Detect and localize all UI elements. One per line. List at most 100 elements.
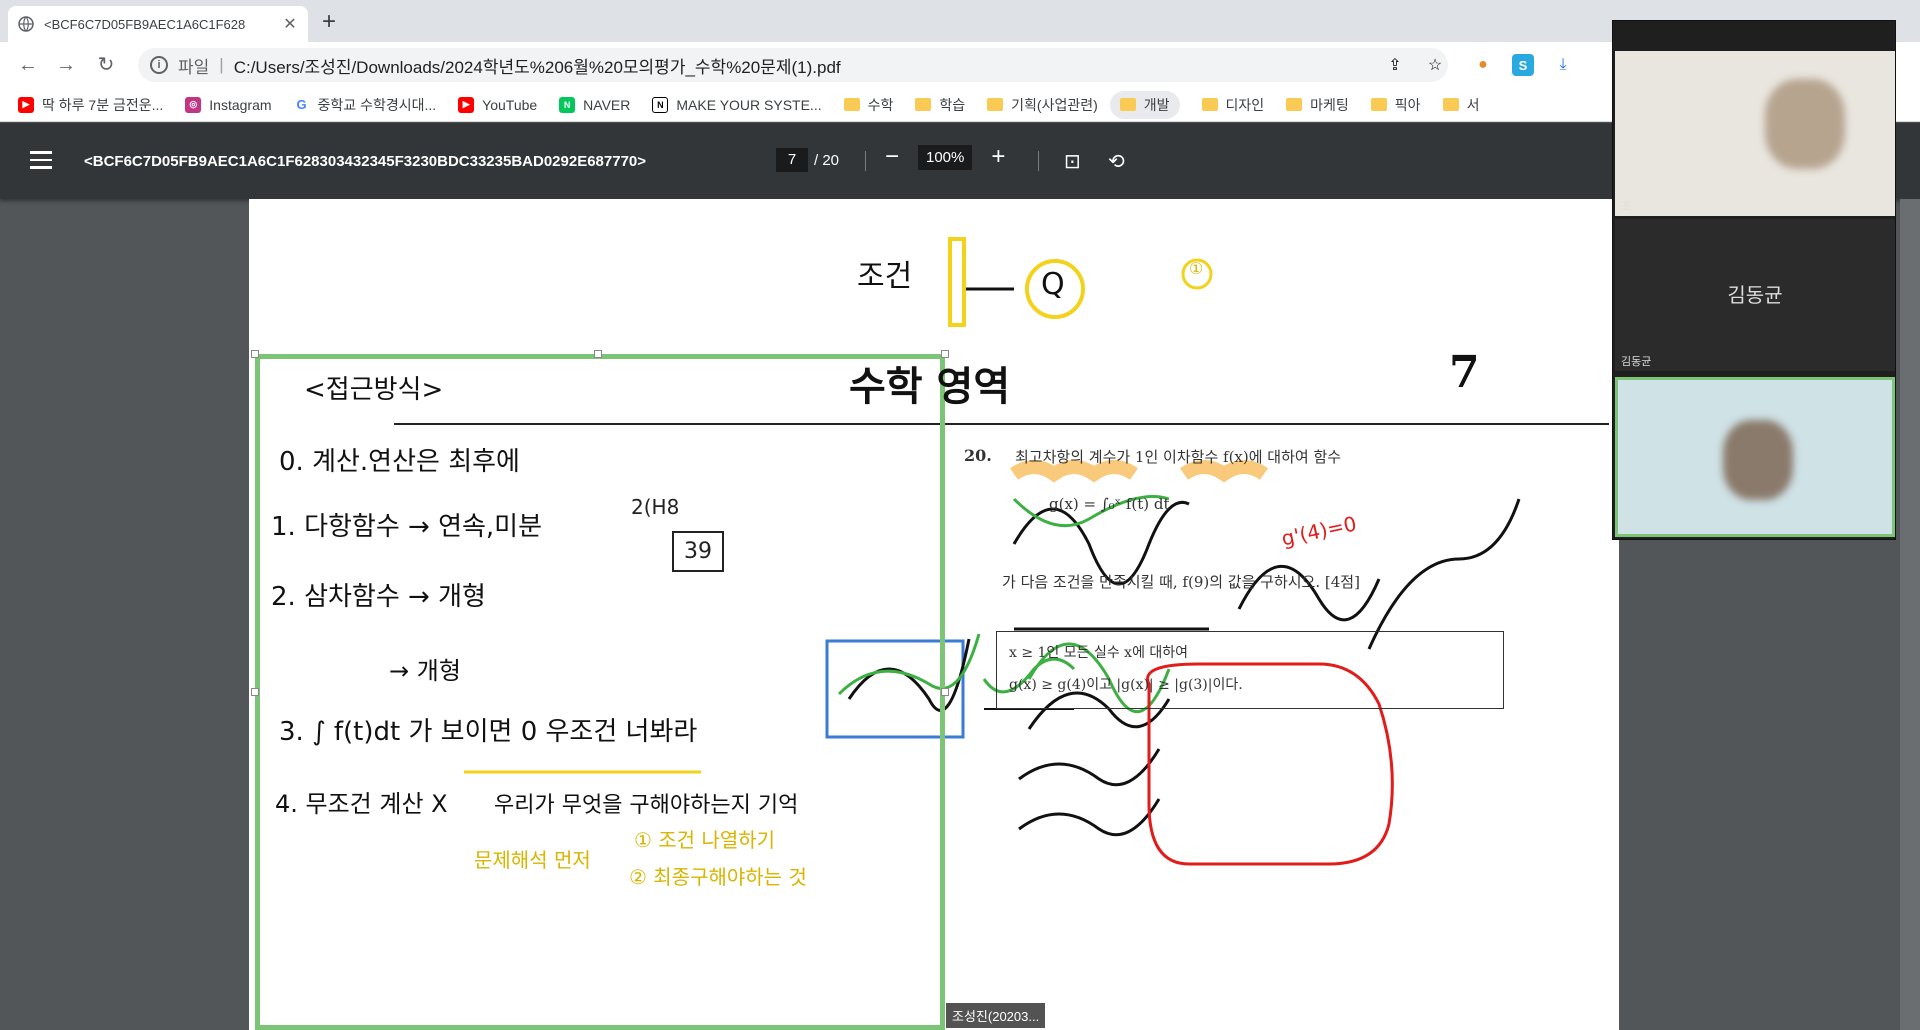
yellow-note: ② 최종구해야하는 것 — [629, 865, 807, 889]
condition-box: x ≥ 1인 모든 실수 x에 대하여 g(x) ≥ g(4)이고 |g(x)|… — [996, 631, 1504, 709]
bookmark-item[interactable]: ▶ YouTube — [458, 96, 537, 113]
new-tab-button[interactable]: + — [322, 8, 336, 36]
problem-text: 최고차항의 계수가 1인 이차함수 f(x)에 대하여 함수 — [1015, 448, 1342, 466]
resize-handle[interactable] — [251, 688, 259, 696]
participant-label: 김동균 — [1621, 356, 1652, 368]
folder-icon — [1286, 98, 1303, 111]
problem-text: 가 다음 조건을 만족시킬 때, f(9)의 값을 구하시오. [4점] — [1002, 573, 1360, 591]
menu-icon[interactable] — [30, 151, 52, 174]
zoom-level[interactable]: 100% — [918, 144, 973, 170]
notion-icon: N — [652, 96, 669, 113]
reload-icon[interactable]: ↻ — [94, 53, 118, 77]
participant-face — [1723, 420, 1793, 500]
fit-page-icon[interactable]: ⊡ — [1064, 149, 1081, 174]
page-indicator: 7 / 20 — [776, 148, 839, 172]
info-icon[interactable]: i — [150, 56, 168, 74]
folder-icon — [843, 98, 860, 111]
bookmark-item[interactable]: N NAVER — [559, 96, 630, 113]
yellow-note: 문제해석 먼저 — [474, 848, 591, 872]
youtube-icon: ▶ — [458, 96, 475, 113]
condition-text: x ≥ 1인 모든 실수 x에 대하여 — [1009, 645, 1189, 661]
folder-icon — [1201, 98, 1218, 111]
resize-handle[interactable] — [941, 688, 949, 696]
bookmark-star-icon[interactable]: ☆ — [1424, 54, 1446, 76]
note-line: 2(H8 — [631, 495, 680, 519]
folder-icon — [987, 98, 1004, 111]
video-tile[interactable]: 2 — [1615, 377, 1895, 537]
download-icon[interactable]: ⤓ — [1552, 54, 1574, 76]
pdf-page: 수학 영역 7 20. 최고차항의 계수가 1인 이차함수 f(x)에 대하여 … — [249, 199, 1619, 1030]
participant-name-tag: 조성진(20203... — [946, 1003, 1046, 1028]
globe-icon — [18, 16, 34, 32]
folder-icon — [915, 98, 932, 111]
note-line: 우리가 무엇을 구해야하는지 기억 — [494, 793, 799, 818]
bookmark-folder[interactable]: 디자인 — [1201, 95, 1264, 115]
bookmark-item[interactable]: ▶ 딱 하루 7분 금전운... — [18, 95, 163, 115]
condition-text: g(x) ≥ g(4)이고 |g(x)| ≥ |g(3)|이다. — [1009, 677, 1243, 693]
bookmark-folder[interactable]: 개발 — [1109, 90, 1180, 119]
function-definition: g(x) = ∫₀ˣ f(t) dt — [1049, 495, 1170, 513]
bookmark-folder[interactable]: 학습 — [915, 95, 965, 115]
bookmark-item[interactable]: G 중학교 수학경시대... — [293, 95, 436, 115]
page-total: / 20 — [814, 151, 840, 169]
video-tile[interactable]: 김동균 김동균 — [1615, 219, 1895, 371]
zoom-out-button[interactable]: − — [880, 143, 904, 171]
tab-close-icon[interactable]: ✕ — [282, 14, 298, 34]
forward-arrow-icon[interactable]: → — [54, 53, 78, 77]
note-line: 4. 무조건 계산 X — [275, 790, 448, 818]
participant-label: 조 — [1621, 201, 1632, 213]
bookmark-folder[interactable]: 서 — [1442, 95, 1479, 115]
zoom-controls: − 100% + — [880, 143, 1010, 171]
yellow-note: ① 조건 나열하기 — [634, 828, 776, 852]
toolbar-divider — [1038, 151, 1039, 171]
share-icon[interactable]: ⇪ — [1384, 54, 1406, 76]
participant-label: 2 — [1624, 520, 1631, 532]
zoom-in-button[interactable]: + — [986, 143, 1010, 171]
note-line: Q — [1041, 267, 1065, 302]
resize-handle[interactable] — [594, 350, 602, 358]
pdf-filename: <BCF6C7D05FB9AEC1A6C1F628303432345F3230B… — [84, 153, 647, 170]
page-number: 7 — [1449, 347, 1480, 398]
youtube-icon: ▶ — [18, 96, 34, 113]
bookmark-item[interactable]: N MAKE YOUR SYSTE... — [652, 96, 822, 113]
s-extension-icon[interactable]: S — [1512, 54, 1534, 76]
participant-name: 김동균 — [1727, 285, 1783, 307]
folder-icon — [1119, 98, 1136, 111]
url-text[interactable]: C:/Users/조성진/Downloads/2024학년도%206월%20모의… — [234, 53, 841, 78]
omnibox-actions: ⇪ ☆ — [1384, 52, 1446, 78]
note-line: 3. ∫ f(t)dt 가 보이면 0 우조건 너봐라 — [279, 717, 698, 747]
url-scheme-label: 파일 — [178, 57, 210, 77]
bookmark-item[interactable]: ◎ Instagram — [185, 96, 272, 113]
toolbar-divider — [865, 151, 866, 171]
participant-face — [1765, 79, 1845, 169]
browser-tab[interactable]: <BCF6C7D05FB9AEC1A6C1F628 ✕ — [8, 6, 308, 42]
bookmark-folder[interactable]: 마케팅 — [1286, 95, 1349, 115]
video-call-panel: 조 김동균 김동균 2 — [1612, 20, 1896, 540]
google-icon: G — [293, 96, 310, 113]
folder-icon — [1370, 98, 1387, 111]
boxed-number: 39 — [672, 531, 724, 572]
page-number-input[interactable]: 7 — [776, 148, 808, 172]
notes-header: <접근방식> — [304, 375, 444, 405]
problem-number: 20. — [964, 446, 992, 465]
note-line: → 개형 — [389, 657, 461, 685]
tab-title: <BCF6C7D05FB9AEC1A6C1F628 — [44, 16, 246, 32]
rotate-icon[interactable]: ⟲ — [1108, 149, 1125, 174]
note-line: 0. 계산.연산은 최후에 — [279, 447, 520, 477]
bookmark-folder[interactable]: 수학 — [843, 95, 893, 115]
note-line: 2. 삼차함수 → 개형 — [271, 582, 486, 612]
yellow-note: ① — [1189, 259, 1204, 278]
note-line: 조건 — [857, 259, 913, 294]
scrollbar[interactable] — [1900, 199, 1920, 1030]
section-title: 수학 영역 — [849, 364, 1011, 410]
url-separator: | — [219, 55, 224, 74]
palette-extension-icon[interactable]: ● — [1472, 54, 1494, 76]
folder-icon — [1442, 98, 1459, 111]
bookmark-folder[interactable]: 픽아 — [1370, 95, 1421, 115]
back-arrow-icon[interactable]: ← — [16, 53, 40, 77]
video-tile[interactable]: 조 — [1615, 51, 1895, 216]
note-line: 1. 다항함수 → 연속,미분 — [271, 512, 543, 542]
bookmark-folder[interactable]: 기획(사업관련) — [987, 95, 1098, 115]
address-bar[interactable]: i 파일 | C:/Users/조성진/Downloads/2024학년도%20… — [138, 48, 1448, 82]
resize-handle[interactable] — [251, 350, 259, 358]
